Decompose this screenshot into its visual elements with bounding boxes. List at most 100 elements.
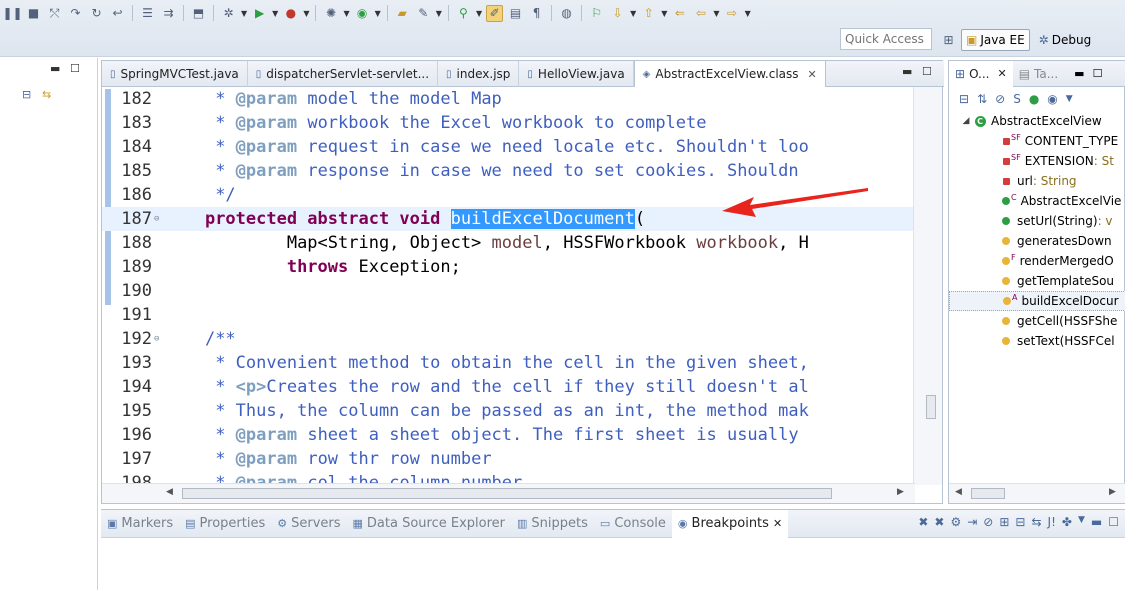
tab-outline[interactable]: ⊞ O... ✕: [949, 60, 1013, 87]
forward-icon[interactable]: ⇨: [724, 5, 741, 22]
expand-all-icon[interactable]: ⊞: [999, 515, 1009, 529]
outline-item[interactable]: url : String: [949, 171, 1125, 191]
debug-icon[interactable]: ✲: [220, 5, 237, 22]
tab-servers[interactable]: ⚙ Servers: [271, 510, 346, 538]
web-browser-icon[interactable]: ◍: [558, 5, 575, 22]
show-supported-breakpoints-icon[interactable]: ⚙: [950, 515, 961, 529]
fold-toggle-icon[interactable]: ⊖: [154, 214, 164, 224]
new-server-dropdown-icon[interactable]: ▼: [343, 9, 349, 18]
new-server-icon[interactable]: ✺: [322, 5, 339, 22]
add-java-exception-breakpoint-icon[interactable]: J!: [1048, 515, 1056, 529]
quick-access-input[interactable]: [840, 28, 932, 50]
outline-item[interactable]: FrenderMergedO: [949, 251, 1125, 271]
outline-item[interactable]: SF EXTENSION : St: [949, 151, 1125, 171]
perspective-java-ee-button[interactable]: ▣ Java EE: [961, 29, 1030, 51]
bottom-minimize-icon[interactable]: ▬: [1091, 515, 1102, 529]
scroll-right-icon[interactable]: ▶: [1109, 487, 1116, 497]
hide-non-public-icon[interactable]: ●: [1029, 92, 1039, 106]
skip-all-breakpoints-icon[interactable]: ⊘: [983, 515, 993, 529]
hide-static-icon[interactable]: S: [1013, 92, 1021, 106]
debug-dropdown-icon[interactable]: ▼: [241, 9, 247, 18]
disconnect-icon[interactable]: ⤲: [46, 5, 63, 22]
editor-minimize-icon[interactable]: ▬: [902, 65, 912, 78]
editor-tab[interactable]: ▯ HelloView.java: [519, 61, 634, 87]
link-with-debug-view-icon[interactable]: ⇆: [1031, 515, 1041, 529]
external-tools-icon[interactable]: ●: [282, 5, 299, 22]
next-edit-icon[interactable]: ⇩: [609, 5, 626, 22]
outline-item[interactable]: ◢ C AbstractExcelView: [949, 111, 1125, 131]
outline-minimize-icon[interactable]: ▬: [1074, 67, 1084, 80]
suspend-icon[interactable]: ❚❚: [2, 5, 22, 22]
toggle-mark-occurrences-icon[interactable]: ⚲: [455, 5, 472, 22]
sort-icon[interactable]: ⇅: [977, 92, 987, 106]
scroll-left-icon[interactable]: ◀: [955, 487, 962, 497]
code-line[interactable]: 185 * @param response in case we need to…: [102, 159, 915, 183]
previous-edit-dropdown-icon[interactable]: ▼: [661, 9, 667, 18]
go-to-file-icon[interactable]: ⇥: [967, 515, 977, 529]
hide-local-types-icon[interactable]: ◉: [1047, 92, 1057, 106]
scroll-left-icon[interactable]: ◀: [166, 487, 173, 497]
run-dropdown-icon[interactable]: ▼: [272, 9, 278, 18]
terminate-icon[interactable]: ■: [25, 5, 42, 22]
outline-item[interactable]: setText(HSSFCel: [949, 331, 1125, 351]
collapse-all-icon[interactable]: ⊟: [959, 92, 969, 106]
link-with-editor-icon[interactable]: ⇆: [42, 88, 51, 101]
bottom-maximize-icon[interactable]: ☐: [1108, 515, 1119, 529]
editor-tab[interactable]: ▯ index.jsp: [438, 61, 520, 87]
vertical-scroll-thumb[interactable]: [926, 395, 936, 419]
tab-task-list[interactable]: ▤ Ta...: [1013, 61, 1064, 87]
back-icon[interactable]: ⇦: [692, 5, 709, 22]
outline-item[interactable]: C AbstractExcelVie: [949, 191, 1125, 211]
vertical-scrollbar[interactable]: [913, 87, 942, 485]
code-line[interactable]: 197 * @param row thr row number: [102, 447, 915, 471]
toggle-highlight-icon[interactable]: ✐: [486, 4, 504, 22]
previous-edit-icon[interactable]: ⇧: [640, 5, 657, 22]
tab-data-source-explorer[interactable]: ▦ Data Source Explorer: [347, 510, 512, 538]
step-return-icon[interactable]: ↩: [109, 5, 126, 22]
new-class-dropdown-icon[interactable]: ▼: [375, 9, 381, 18]
editor-tab[interactable]: ▯ SpringMVCTest.java: [102, 61, 248, 87]
remove-breakpoint-icon[interactable]: ✖: [918, 515, 928, 529]
editor-maximize-icon[interactable]: ☐: [922, 65, 932, 78]
horizontal-scroll-thumb[interactable]: [182, 488, 832, 499]
next-edit-dropdown-icon[interactable]: ▼: [630, 9, 636, 18]
outline-horizontal-scrollbar[interactable]: ◀ ▶: [949, 483, 1125, 503]
tab-markers[interactable]: ▣ Markers: [101, 510, 179, 538]
mark-dropdown-icon[interactable]: ▼: [476, 9, 482, 18]
maximize-icon[interactable]: ☐: [70, 62, 80, 75]
scroll-right-icon[interactable]: ▶: [897, 487, 904, 497]
code-line[interactable]: 192 ⊖ /**: [102, 327, 915, 351]
horizontal-scrollbar[interactable]: ◀ ▶: [102, 483, 915, 503]
outline-item[interactable]: getCell(HSSFShe: [949, 311, 1125, 331]
collapse-all-icon[interactable]: ⊟: [1015, 515, 1025, 529]
code-line[interactable]: 188 Map<String, Object> model, HSSFWorkb…: [102, 231, 915, 255]
step-into-icon[interactable]: ↷: [67, 5, 84, 22]
expand-toggle-icon[interactable]: ◢: [959, 116, 973, 126]
code-line[interactable]: 184 * @param request in case we need loc…: [102, 135, 915, 159]
open-type-icon[interactable]: ▰: [394, 5, 411, 22]
forward-dropdown-icon[interactable]: ▼: [745, 9, 751, 18]
tab-snippets[interactable]: ▥ Snippets: [511, 510, 594, 538]
outline-item[interactable]: AbuildExcelDocur: [949, 291, 1125, 311]
tab-console[interactable]: ▭ Console: [594, 510, 672, 538]
last-edit-location-icon[interactable]: ⇐: [671, 5, 688, 22]
external-tools-dropdown-icon[interactable]: ▼: [303, 9, 309, 18]
fold-toggle-icon[interactable]: ⊖: [154, 334, 164, 344]
search-dropdown-icon[interactable]: ▼: [436, 9, 442, 18]
tab-properties[interactable]: ▤ Properties: [179, 510, 271, 538]
outline-scroll-thumb[interactable]: [971, 488, 1005, 499]
outline-item[interactable]: setUrl(String) : v: [949, 211, 1125, 231]
perspective-debug-button[interactable]: ✲ Debug: [1034, 29, 1097, 51]
next-annotation-icon[interactable]: ⚐: [588, 5, 605, 22]
code-line[interactable]: 183 * @param workbook the Excel workbook…: [102, 111, 915, 135]
close-icon[interactable]: ✕: [997, 67, 1006, 80]
code-line[interactable]: 195 * Thus, the column can be passed as …: [102, 399, 915, 423]
hide-fields-icon[interactable]: ⊘: [995, 92, 1005, 106]
back-dropdown-icon[interactable]: ▼: [713, 9, 719, 18]
step-over-icon[interactable]: ↻: [88, 5, 105, 22]
show-whitespace-icon[interactable]: ¶: [528, 5, 545, 22]
open-task-icon[interactable]: ☰: [139, 5, 156, 22]
view-menu-icon[interactable]: ▼: [1066, 94, 1073, 104]
outline-maximize-icon[interactable]: ☐: [1093, 67, 1103, 80]
new-java-class-icon[interactable]: ◉: [354, 5, 371, 22]
